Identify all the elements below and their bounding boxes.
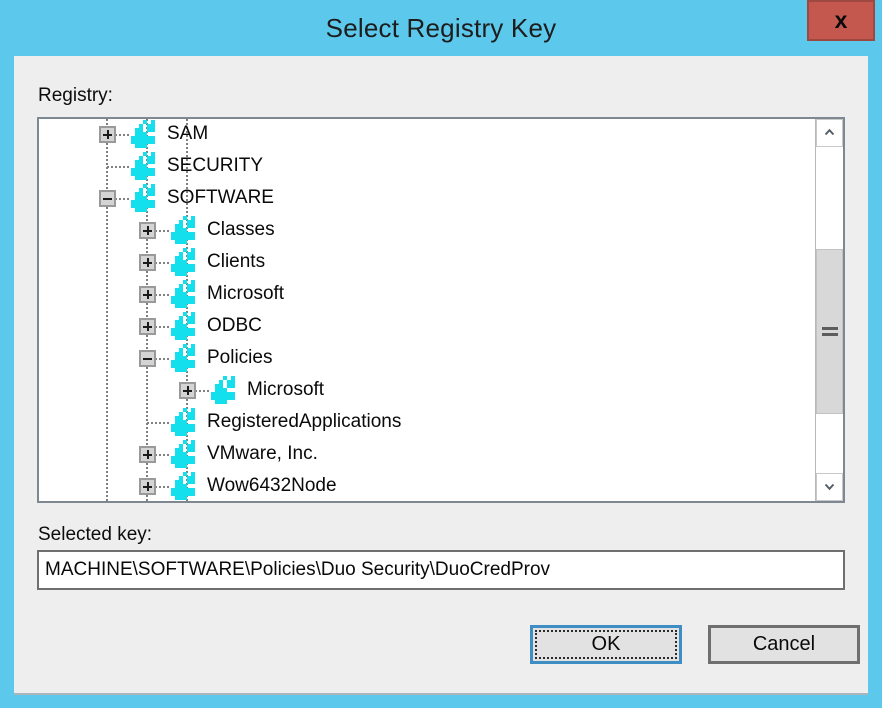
registry-key-icon bbox=[167, 344, 201, 374]
collapse-node-button[interactable] bbox=[99, 190, 116, 207]
tree-node[interactable]: SECURITY bbox=[39, 151, 817, 183]
tree-node-label: Clients bbox=[207, 251, 265, 273]
tree-node-label: Microsoft bbox=[207, 283, 284, 305]
vertical-scrollbar[interactable] bbox=[815, 119, 843, 501]
registry-key-icon bbox=[127, 184, 161, 214]
scrollbar-thumb[interactable] bbox=[816, 249, 843, 414]
tree-node-label: Microsoft bbox=[247, 379, 324, 401]
tree-node[interactable]: SOFTWARE bbox=[39, 183, 817, 215]
expand-node-button[interactable] bbox=[139, 286, 156, 303]
tree-node-label: Wow6432Node bbox=[207, 475, 337, 497]
tree-node-label: ODBC bbox=[207, 315, 262, 337]
registry-tree-rows: SAM SECURITY SOFTWARE Classes Clients Microso… bbox=[39, 119, 817, 501]
registry-key-icon bbox=[167, 312, 201, 342]
close-icon: x bbox=[809, 2, 873, 39]
tree-node-label: VMware, Inc. bbox=[207, 443, 318, 465]
tree-node[interactable]: Microsoft bbox=[39, 279, 817, 311]
tree-node[interactable]: VMware, Inc. bbox=[39, 439, 817, 471]
tree-connector-line bbox=[147, 422, 169, 424]
cancel-button-label: Cancel bbox=[753, 633, 815, 656]
selected-key-label: Selected key: bbox=[38, 524, 152, 546]
tree-node[interactable]: Microsoft bbox=[39, 375, 817, 407]
scroll-down-button[interactable] bbox=[816, 473, 843, 501]
registry-tree[interactable]: SAM SECURITY SOFTWARE Classes Clients Microso… bbox=[37, 117, 845, 503]
ok-button[interactable]: OK bbox=[530, 625, 682, 664]
tree-node[interactable]: Wow6432Node bbox=[39, 471, 817, 503]
tree-node[interactable]: Clients bbox=[39, 247, 817, 279]
registry-key-icon bbox=[207, 376, 241, 406]
chevron-up-icon bbox=[824, 127, 835, 138]
title-bar[interactable]: Select Registry Key x bbox=[0, 0, 882, 56]
tree-node-label: RegisteredApplications bbox=[207, 411, 401, 433]
tree-node[interactable]: Policies bbox=[39, 343, 817, 375]
ok-button-label: OK bbox=[592, 633, 621, 656]
expand-node-button[interactable] bbox=[139, 318, 156, 335]
registry-key-icon bbox=[127, 152, 161, 182]
registry-key-icon bbox=[167, 408, 201, 438]
tree-node[interactable]: Classes bbox=[39, 215, 817, 247]
select-registry-key-dialog: Select Registry Key x Registry: SAM SECUR… bbox=[0, 0, 882, 708]
registry-key-icon bbox=[167, 280, 201, 310]
scroll-thumb-grip bbox=[822, 327, 838, 337]
tree-node-label: SAM bbox=[167, 123, 208, 145]
registry-label: Registry: bbox=[38, 85, 113, 107]
expand-node-button[interactable] bbox=[139, 478, 156, 495]
tree-node-label: Classes bbox=[207, 219, 275, 241]
tree-node[interactable]: RegisteredApplications bbox=[39, 407, 817, 439]
tree-node[interactable]: SAM bbox=[39, 119, 817, 151]
page-title: Select Registry Key bbox=[0, 13, 882, 44]
collapse-node-button[interactable] bbox=[139, 350, 156, 367]
cancel-button[interactable]: Cancel bbox=[708, 625, 860, 664]
tree-node-label: Policies bbox=[207, 347, 272, 369]
expand-node-button[interactable] bbox=[139, 222, 156, 239]
dialog-client-area: Registry: SAM SECURITY SOFTWARE Classes Clie… bbox=[14, 56, 868, 693]
expand-node-button[interactable] bbox=[99, 126, 116, 143]
expand-node-button[interactable] bbox=[139, 254, 156, 271]
tree-node-label: SECURITY bbox=[167, 155, 263, 177]
registry-key-icon bbox=[167, 248, 201, 278]
close-button[interactable]: x bbox=[807, 0, 875, 41]
registry-key-icon bbox=[167, 440, 201, 470]
tree-node-label: SOFTWARE bbox=[167, 187, 274, 209]
expand-node-button[interactable] bbox=[179, 382, 196, 399]
registry-key-icon bbox=[167, 216, 201, 246]
scroll-up-button[interactable] bbox=[816, 119, 843, 147]
expand-node-button[interactable] bbox=[139, 446, 156, 463]
selected-key-input[interactable] bbox=[37, 550, 845, 590]
registry-key-icon bbox=[127, 120, 161, 150]
tree-node[interactable]: ODBC bbox=[39, 311, 817, 343]
tree-connector-line bbox=[107, 166, 129, 168]
chevron-down-icon bbox=[824, 481, 835, 492]
registry-key-icon bbox=[167, 472, 201, 502]
